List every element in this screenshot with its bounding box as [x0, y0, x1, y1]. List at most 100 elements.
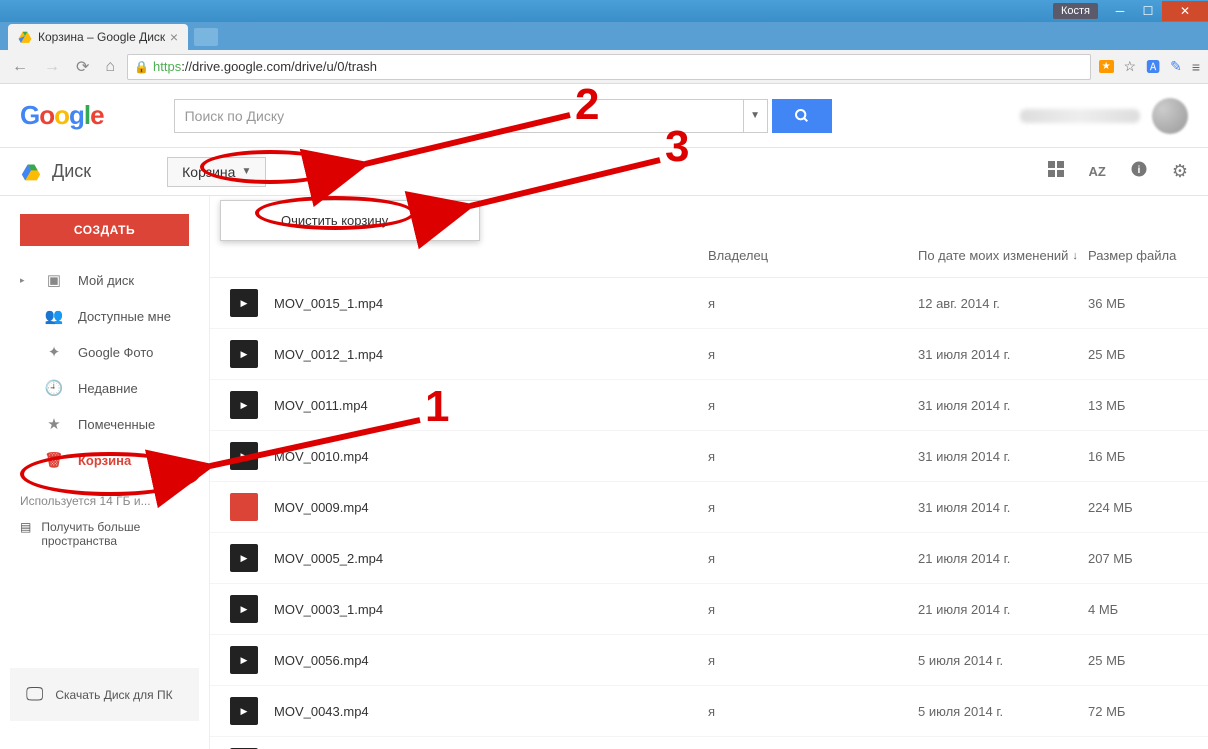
nav-icon: 👥 [44, 307, 64, 325]
file-thumbnail-icon [230, 493, 258, 521]
storage-usage-text: Используется 14 ГБ и... [20, 494, 189, 508]
browser-toolbar: ← → ⟳ ⌂ 🔒 https://drive.google.com/drive… [0, 50, 1208, 84]
file-name: MOV_0010.mp4 [274, 449, 708, 464]
google-logo[interactable]: Google [20, 100, 104, 131]
address-bar[interactable]: 🔒 https://drive.google.com/drive/u/0/tra… [127, 54, 1090, 80]
window-maximize-button[interactable]: ☐ [1134, 1, 1162, 21]
file-thumbnail-icon [230, 646, 258, 674]
file-size: 72 МБ [1088, 704, 1188, 719]
file-list: MOV_0015_1.mp4я12 авг. 2014 г.36 МБMOV_0… [210, 278, 1208, 749]
file-row[interactable]: MOV_0011.mp4я31 июля 2014 г.13 МБ [210, 380, 1208, 431]
file-name: MOV_0011.mp4 [274, 398, 708, 413]
file-row[interactable]: MOV_0005_2.mp4я21 июля 2014 г.207 МБ [210, 533, 1208, 584]
os-user-badge: Костя [1053, 3, 1098, 19]
nav-icon: ★ [44, 415, 64, 433]
file-name: MOV_0056.mp4 [274, 653, 708, 668]
window-close-button[interactable]: ✕ [1162, 1, 1208, 21]
chrome-menu-icon[interactable]: ≡ [1192, 59, 1200, 75]
window-minimize-button[interactable]: ─ [1106, 1, 1134, 21]
col-name-header[interactable] [230, 248, 708, 263]
file-size: 224 МБ [1088, 500, 1188, 515]
star-icon[interactable]: ☆ [1124, 58, 1137, 75]
file-owner: я [708, 653, 918, 668]
col-date-header[interactable]: По дате моих изменений ↓ [918, 248, 1088, 263]
nav-label: Google Фото [78, 345, 153, 360]
file-row[interactable]: MOV_0010.mp4я31 июля 2014 г.16 МБ [210, 431, 1208, 482]
file-name: MOV_0009.mp4 [274, 500, 708, 515]
search-dropdown-button[interactable]: ▼ [744, 99, 768, 133]
file-size: 36 МБ [1088, 296, 1188, 311]
download-drive-promo[interactable]: 🖵 Скачать Диск для ПК [10, 668, 199, 721]
col-owner-header[interactable]: Владелец [708, 248, 918, 263]
svg-text:i: i [1137, 164, 1140, 176]
translate-icon[interactable]: 🅰 [1146, 57, 1160, 77]
lock-icon: 🔒 [134, 60, 149, 74]
extension-icon[interactable]: ✎ [1170, 58, 1182, 75]
drive-favicon-icon [18, 30, 32, 44]
file-row[interactable]: MOV_0012_1.mp4я31 июля 2014 г.25 МБ [210, 329, 1208, 380]
file-size: 13 МБ [1088, 398, 1188, 413]
get-more-space-link[interactable]: ▤ Получить больше пространства [20, 520, 189, 548]
main-content: Очистить корзину Владелец По дате моих и… [210, 196, 1208, 749]
tab-close-icon[interactable]: × [170, 29, 178, 45]
file-date: 31 июля 2014 г. [918, 398, 1088, 413]
expand-icon: ▸ [20, 275, 30, 286]
nav-label: Корзина [78, 453, 131, 468]
nav-icon: ✦ [44, 343, 64, 361]
file-row[interactable]: MOV_0056.mp4я5 июля 2014 г.25 МБ [210, 635, 1208, 686]
nav-icon: ▣ [44, 271, 64, 289]
sidebar-item-2[interactable]: ✦ Google Фото [0, 334, 209, 370]
create-button[interactable]: СОЗДАТЬ [20, 214, 189, 246]
nav-label: Мой диск [78, 273, 134, 288]
file-thumbnail-icon [230, 391, 258, 419]
file-name: MOV_0015_1.mp4 [274, 296, 708, 311]
file-owner: я [708, 449, 918, 464]
sidebar-item-3[interactable]: 🕘Недавние [0, 370, 209, 406]
header-blurred-text [1020, 109, 1140, 123]
file-date: 31 июля 2014 г. [918, 347, 1088, 362]
info-button[interactable]: i [1130, 160, 1148, 183]
drive-appbar: Диск Корзина ▼ AZ i ⚙ [0, 148, 1208, 196]
breadcrumb-dropdown[interactable]: Корзина ▼ [167, 157, 266, 187]
sidebar-item-0[interactable]: ▸ ▣ Мой диск [0, 262, 209, 298]
chevron-down-icon: ▼ [241, 166, 251, 177]
browser-tabbar: Корзина – Google Диск × [0, 22, 1208, 50]
nav-back-button[interactable]: ← [8, 54, 32, 80]
file-row[interactable]: MOV_0015_1.mp4я12 авг. 2014 г.36 МБ [210, 278, 1208, 329]
settings-button[interactable]: ⚙ [1172, 161, 1188, 182]
sort-button[interactable]: AZ [1089, 164, 1106, 179]
file-row[interactable]: MOV_0043.mp4я5 июля 2014 г.72 МБ [210, 686, 1208, 737]
browser-tab[interactable]: Корзина – Google Диск × [8, 24, 188, 50]
sidebar-item-1[interactable]: 👥 Доступные мне [0, 298, 209, 334]
bookmark-icon[interactable]: ★ [1099, 60, 1114, 73]
file-date: 12 авг. 2014 г. [918, 296, 1088, 311]
search-input[interactable]: Поиск по Диску [174, 99, 744, 133]
account-avatar[interactable] [1152, 98, 1188, 134]
file-size: 4 МБ [1088, 602, 1188, 617]
file-row[interactable]: MOV_0009.mp4я31 июля 2014 г.224 МБ [210, 482, 1208, 533]
nav-forward-button[interactable]: → [40, 54, 64, 80]
os-titlebar: Костя ─ ☐ ✕ [0, 0, 1208, 22]
file-date: 21 июля 2014 г. [918, 551, 1088, 566]
search-button[interactable] [772, 99, 832, 133]
empty-trash-menuitem[interactable]: Очистить корзину [221, 201, 479, 240]
file-thumbnail-icon [230, 544, 258, 572]
view-grid-button[interactable] [1047, 160, 1065, 183]
file-row[interactable]: MOV_0022.mp4я28 мая 2014 г.12 МБ [210, 737, 1208, 749]
file-row[interactable]: MOV_0003_1.mp4я21 июля 2014 г.4 МБ [210, 584, 1208, 635]
nav-reload-button[interactable]: ⟳ [72, 53, 93, 81]
new-tab-button[interactable] [194, 28, 218, 46]
google-header: Google Поиск по Диску ▼ [0, 84, 1208, 148]
file-size: 25 МБ [1088, 347, 1188, 362]
nav-home-button[interactable]: ⌂ [101, 54, 119, 80]
file-thumbnail-icon [230, 289, 258, 317]
col-size-header[interactable]: Размер файла [1088, 248, 1188, 263]
file-name: MOV_0005_2.mp4 [274, 551, 708, 566]
file-date: 31 июля 2014 г. [918, 500, 1088, 515]
file-date: 21 июля 2014 г. [918, 602, 1088, 617]
sidebar-item-4[interactable]: ★Помеченные [0, 406, 209, 442]
nav-label: Доступные мне [78, 309, 171, 324]
nav-icon: 🗑 [44, 451, 64, 469]
nav-label: Недавние [78, 381, 138, 396]
sidebar-item-5[interactable]: 🗑 Корзина [0, 442, 209, 478]
